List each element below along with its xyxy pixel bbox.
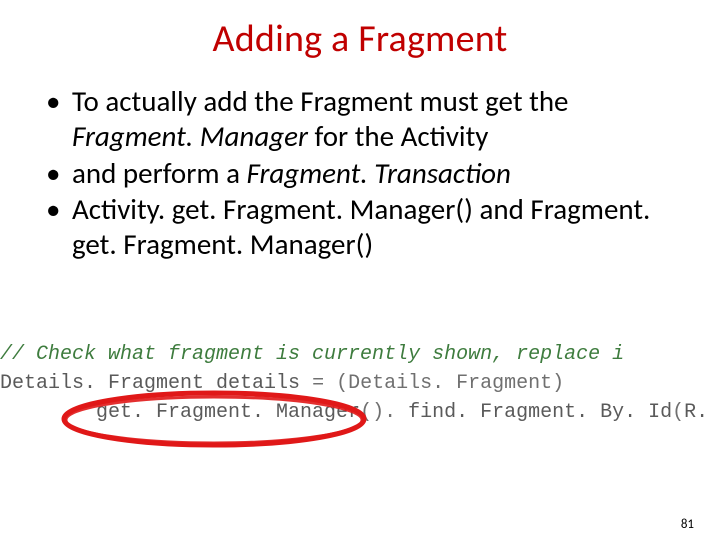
code-snippet: // Check what fragment is currently show…: [0, 340, 720, 427]
bullet-item: and perform a Fragment. Transaction: [42, 156, 672, 191]
bullet-text: and perform a: [72, 155, 247, 191]
code-call: find. Fragment. By. Id: [408, 401, 672, 424]
code-cast: (Details. Fragment): [336, 372, 564, 395]
slide-title: Adding a Fragment: [0, 16, 720, 62]
page-number: 81: [681, 517, 694, 532]
bullet-italic: Fragment. Transaction: [247, 155, 511, 191]
code-op: =: [312, 372, 336, 395]
code-call: get. Fragment. Manager: [96, 401, 360, 424]
bullet-text: Activity. get. Fragment. Manager() and F…: [72, 191, 650, 262]
code-type: Details. Fragment: [0, 372, 216, 395]
code-indent: [0, 401, 96, 424]
bullet-text: To actually add the Fragment must get th…: [72, 83, 568, 119]
slide: Adding a Fragment To actually add the Fr…: [0, 16, 720, 540]
code-rid: R. id.: [684, 401, 720, 424]
bullet-item: To actually add the Fragment must get th…: [42, 84, 672, 154]
code-paren: ().: [360, 401, 408, 424]
code-ident: details: [216, 372, 312, 395]
bullet-text: for the Activity: [308, 118, 489, 154]
bullet-list: To actually add the Fragment must get th…: [42, 84, 720, 262]
code-paren: (: [672, 401, 684, 424]
bullet-italic: Fragment. Manager: [72, 118, 308, 154]
bullet-item: Activity. get. Fragment. Manager() and F…: [42, 192, 672, 262]
code-comment: // Check what fragment is currently show…: [0, 343, 624, 366]
